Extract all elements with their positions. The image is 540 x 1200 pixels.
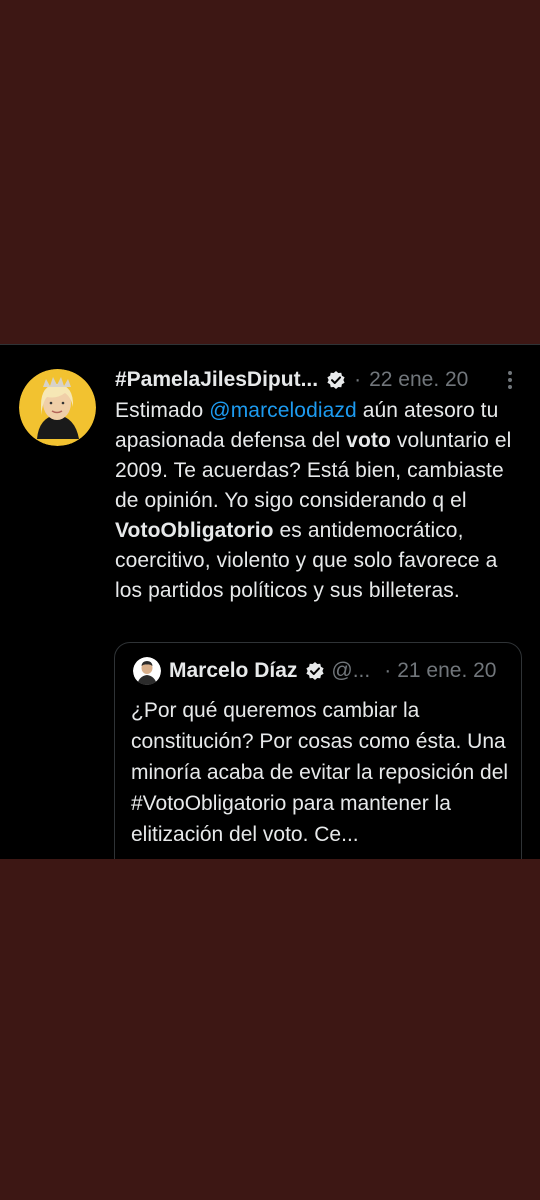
tweet-text-part-1: Estimado xyxy=(115,399,210,422)
quoted-author-handle: @... xyxy=(331,659,371,682)
author-avatar[interactable] xyxy=(19,369,96,446)
tweet-text: Estimado @marcelodiazd aún atesoro tu ap… xyxy=(115,396,525,606)
quoted-author-avatar xyxy=(133,657,161,685)
tweet-card[interactable]: #PamelaJilesDiput... · 22 ene. 20 Estima… xyxy=(0,344,540,859)
tweet-header: #PamelaJilesDiput... · 22 ene. 20 xyxy=(115,365,520,395)
separator-dot: · xyxy=(384,659,392,682)
verified-badge-icon xyxy=(326,370,346,390)
quoted-tweet-text: ¿Por qué queremos cambiar la constitució… xyxy=(131,699,509,846)
quoted-tweet-card[interactable]: Marcelo Díaz @... · 21 ene. 20 ¿Por qué … xyxy=(114,642,522,859)
separator-dot: · xyxy=(354,368,362,391)
more-vertical-icon[interactable] xyxy=(500,369,520,391)
quoted-author-name[interactable]: Marcelo Díaz xyxy=(169,659,297,683)
author-name[interactable]: #PamelaJilesDiput... xyxy=(115,368,318,392)
bold-term-voto: voto xyxy=(346,429,391,452)
quoted-tweet-header: Marcelo Díaz @... · 21 ene. 20 xyxy=(133,657,509,685)
verified-badge-icon xyxy=(305,661,325,681)
quoted-tweet-date[interactable]: 21 ene. 20 xyxy=(397,659,496,683)
tweet-date[interactable]: 22 ene. 20 xyxy=(369,368,468,392)
bold-term-votoobligatorio: VotoObligatorio xyxy=(115,519,274,542)
mention-link[interactable]: @marcelodiazd xyxy=(209,399,357,422)
screenshot-frame: #PamelaJilesDiput... · 22 ene. 20 Estima… xyxy=(0,0,540,1200)
